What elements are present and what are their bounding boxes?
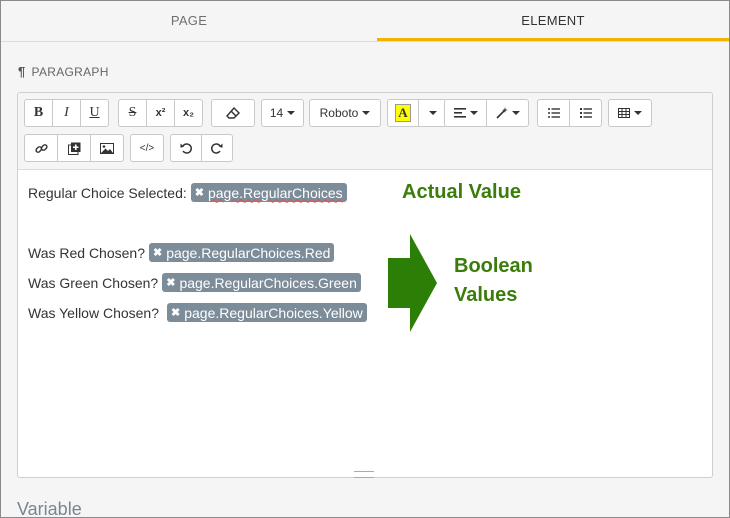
chevron-down-icon bbox=[287, 111, 296, 115]
eraser-button[interactable] bbox=[211, 99, 255, 127]
chevron-down-icon bbox=[634, 111, 642, 115]
line-label: Regular Choice Selected: bbox=[28, 184, 187, 201]
strikethrough-button[interactable]: S bbox=[118, 99, 147, 127]
chevron-down-icon bbox=[511, 111, 520, 115]
numbered-list-button[interactable] bbox=[569, 99, 602, 127]
line-label: Was Red Chosen? bbox=[28, 244, 145, 261]
font-size-dropdown[interactable]: 14 bbox=[261, 99, 304, 127]
editor-panel: PAGE ELEMENT ¶ PARAGRAPH B I U S x² x₂ 1… bbox=[0, 0, 730, 518]
subscript-button[interactable]: x₂ bbox=[174, 99, 203, 127]
text-color-dropdown[interactable] bbox=[418, 99, 447, 127]
undo-button[interactable] bbox=[170, 134, 202, 162]
editor-toolbar: B I U S x² x₂ 14 Roboto A </> bbox=[18, 93, 712, 170]
remove-chip-icon[interactable]: ✖ bbox=[166, 276, 175, 289]
script-group: S x² x₂ bbox=[118, 99, 203, 127]
editor-content[interactable]: Regular Choice Selected: ✖ page.RegularCh… bbox=[18, 170, 712, 470]
align-dropdown[interactable] bbox=[444, 99, 487, 127]
history-group bbox=[170, 134, 233, 162]
chevron-down-icon bbox=[362, 111, 371, 115]
text-style-group: B I U bbox=[24, 99, 109, 127]
table-group bbox=[608, 99, 652, 127]
chevron-down-icon bbox=[469, 111, 478, 115]
insert-group bbox=[24, 134, 124, 162]
highlight-color-icon: A bbox=[395, 104, 411, 122]
font-size-value: 14 bbox=[269, 106, 284, 120]
variable-chip[interactable]: ✖ page.RegularChoices.Red bbox=[148, 243, 335, 262]
eraser-icon bbox=[226, 107, 240, 119]
actual-value-annotation: Actual Value bbox=[402, 181, 521, 203]
table-icon bbox=[618, 108, 630, 118]
arrow-right-icon bbox=[388, 234, 437, 332]
variable-chip[interactable]: ✖ page.RegularChoices bbox=[190, 183, 347, 202]
redo-button[interactable] bbox=[201, 134, 233, 162]
style-dropdown[interactable] bbox=[486, 99, 529, 127]
underline-button[interactable]: U bbox=[80, 99, 109, 127]
insert-block-button[interactable] bbox=[57, 134, 91, 162]
line-label: Was Green Chosen? bbox=[28, 274, 159, 291]
code-icon: </> bbox=[139, 142, 155, 154]
paragraph-group bbox=[444, 99, 529, 127]
section-title: PARAGRAPH bbox=[31, 65, 109, 79]
font-family-value: Roboto bbox=[319, 106, 359, 120]
tab-page[interactable]: PAGE bbox=[1, 1, 377, 41]
color-group: A bbox=[387, 99, 447, 127]
superscript-button[interactable]: x² bbox=[146, 99, 175, 127]
remove-chip-icon[interactable]: ✖ bbox=[195, 186, 204, 199]
content-line-regular-choice: Regular Choice Selected: ✖ page.RegularCh… bbox=[28, 183, 347, 202]
eraser-group bbox=[211, 99, 255, 127]
list-group bbox=[537, 99, 602, 127]
chip-label: page.RegularChoices.Red bbox=[166, 244, 331, 261]
content-line-yellow: Was Yellow Chosen? ✖ page.RegularChoices.… bbox=[28, 303, 367, 322]
italic-button[interactable]: I bbox=[52, 99, 81, 127]
chip-label: page.RegularChoices bbox=[207, 184, 343, 201]
redo-icon bbox=[211, 143, 223, 154]
remove-chip-icon[interactable]: ✖ bbox=[153, 246, 162, 259]
font-size-group: 14 bbox=[261, 99, 304, 127]
tab-bar: PAGE ELEMENT bbox=[1, 1, 729, 42]
variable-chip[interactable]: ✖ page.RegularChoices.Yellow bbox=[167, 303, 367, 322]
code-group: </> bbox=[130, 134, 164, 162]
bold-button[interactable]: B bbox=[24, 99, 53, 127]
link-button[interactable] bbox=[24, 134, 58, 162]
bullet-list-button[interactable] bbox=[537, 99, 570, 127]
text-color-button[interactable]: A bbox=[387, 99, 419, 127]
content-line-red: Was Red Chosen? ✖ page.RegularChoices.Red bbox=[28, 243, 335, 262]
link-icon bbox=[34, 143, 48, 153]
variable-chip[interactable]: ✖ page.RegularChoices.Green bbox=[162, 273, 361, 292]
remove-chip-icon[interactable]: ✖ bbox=[171, 306, 180, 319]
resize-handle[interactable] bbox=[354, 471, 374, 478]
chip-label: page.RegularChoices.Green bbox=[179, 274, 357, 291]
magic-wand-icon bbox=[495, 107, 508, 119]
content-line-green: Was Green Chosen? ✖ page.RegularChoices.G… bbox=[28, 273, 361, 292]
chevron-down-icon bbox=[428, 111, 437, 115]
line-label: Was Yellow Chosen? bbox=[28, 304, 160, 321]
section-header: ¶ PARAGRAPH bbox=[18, 64, 109, 79]
image-icon bbox=[100, 142, 114, 154]
active-tab-indicator bbox=[377, 38, 729, 41]
numbered-list-icon bbox=[579, 108, 592, 118]
font-family-dropdown[interactable]: Roboto bbox=[309, 99, 381, 127]
tab-element[interactable]: ELEMENT bbox=[377, 1, 729, 41]
table-dropdown[interactable] bbox=[608, 99, 652, 127]
rich-text-editor: B I U S x² x₂ 14 Roboto A </> Regular Ch… bbox=[17, 92, 713, 478]
undo-icon bbox=[180, 143, 192, 154]
font-family-group: Roboto bbox=[309, 99, 381, 127]
bullet-list-icon bbox=[547, 108, 560, 118]
insert-image-button[interactable] bbox=[90, 134, 124, 162]
code-view-button[interactable]: </> bbox=[130, 134, 164, 162]
boolean-annotation-line2: Values bbox=[454, 284, 518, 306]
paragraph-icon: ¶ bbox=[18, 64, 26, 79]
align-left-icon bbox=[453, 108, 466, 118]
boolean-annotation-line1: Boolean bbox=[454, 255, 533, 277]
variable-section-title: Variable bbox=[17, 499, 82, 518]
plus-square-icon bbox=[67, 142, 80, 155]
chip-label: page.RegularChoices.Yellow bbox=[184, 304, 363, 321]
